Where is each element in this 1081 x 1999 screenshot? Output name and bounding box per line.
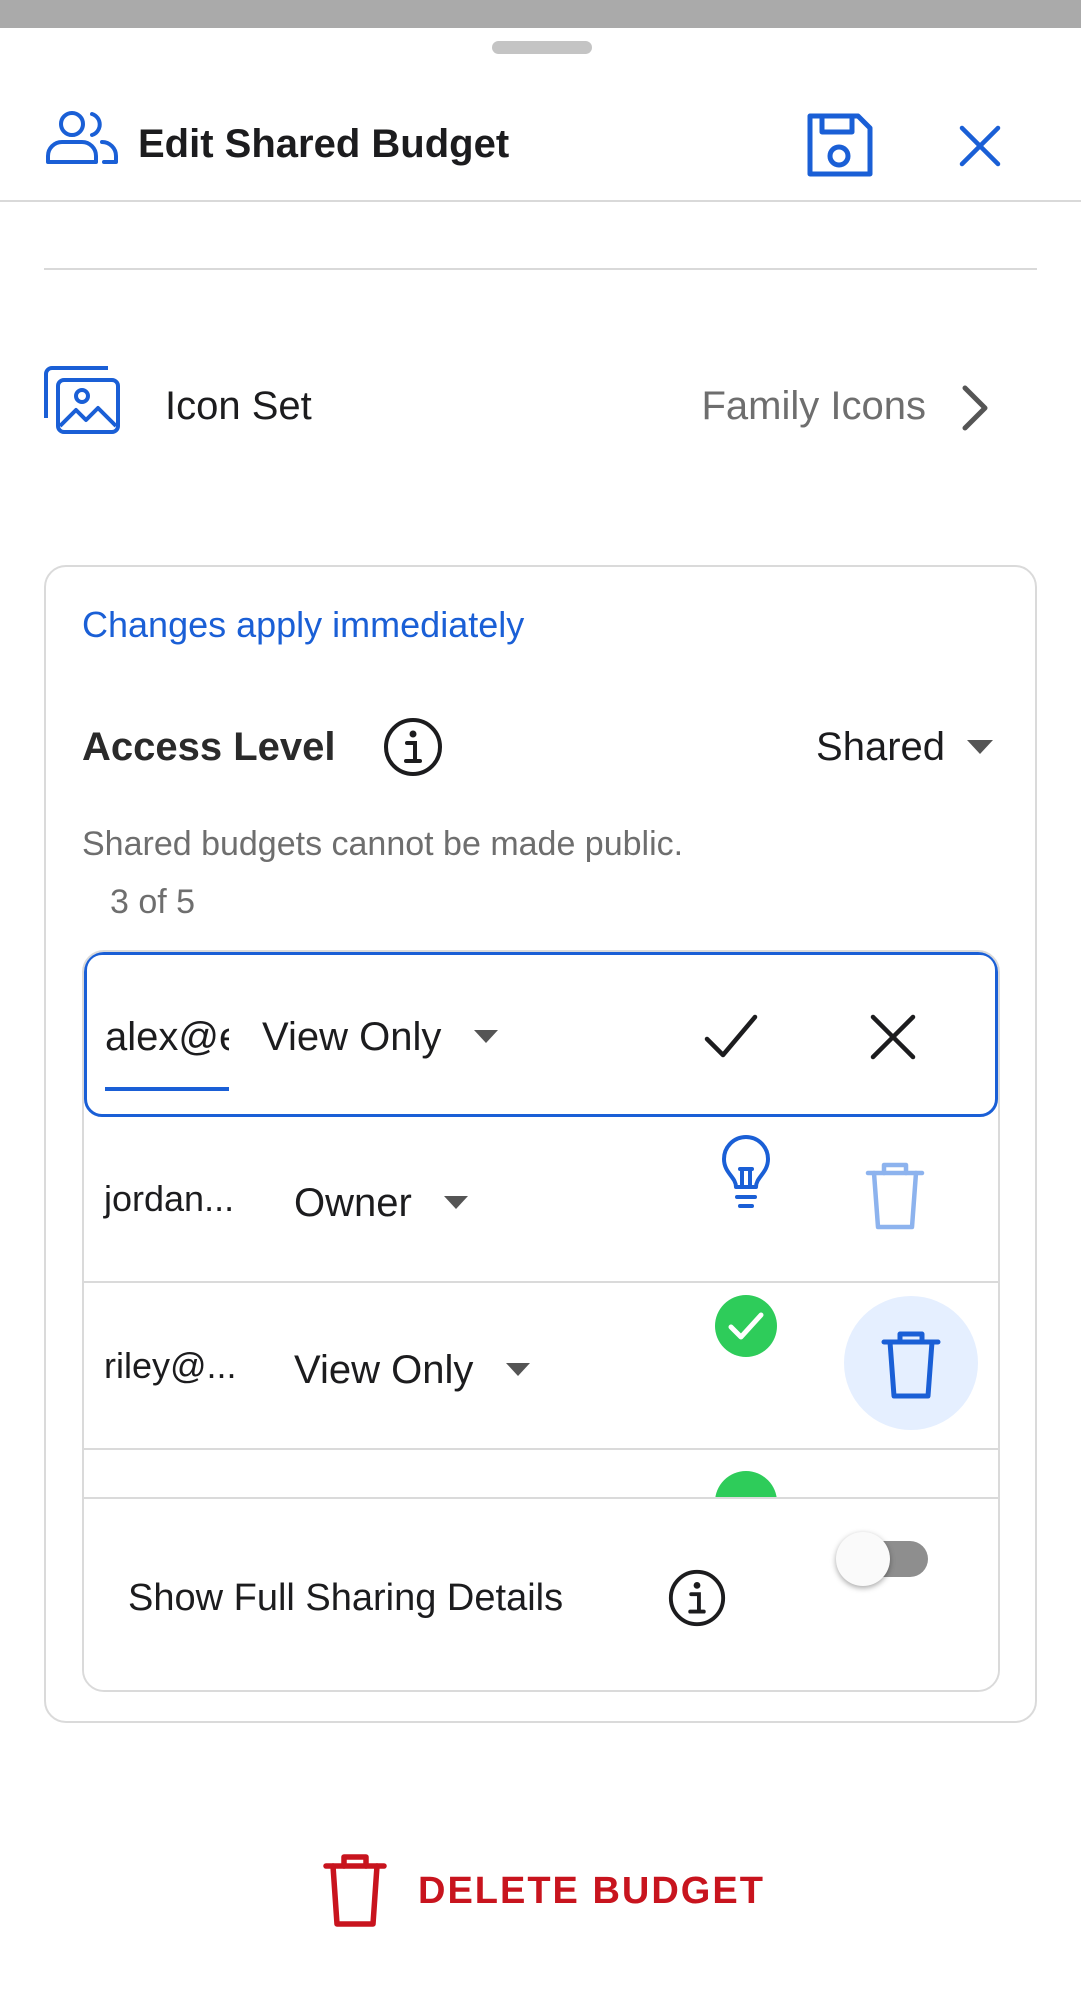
caret-down-icon [506,1363,530,1376]
sheet-grabber[interactable] [492,41,592,54]
page-title: Edit Shared Budget [138,122,510,166]
check-circle-icon [715,1295,777,1357]
section-divider [44,268,1037,270]
lightbulb-icon[interactable] [718,1135,774,1215]
member-email: jordan... [104,1178,235,1219]
icon-set-label: Icon Set [165,384,312,428]
access-level-hint: Shared budgets cannot be made public. [82,825,684,863]
confirm-button[interactable] [699,1005,763,1069]
sharing-details-toggle[interactable] [836,1527,936,1587]
cancel-button[interactable] [867,1011,919,1063]
caret-down-icon [967,740,993,754]
status-strip [0,0,1081,28]
icon-set-row[interactable]: Icon Set Family Icons [0,338,1081,448]
sharing-details-panel: Show Full Sharing Details [84,1497,998,1690]
icon-set-value: Family Icons [701,384,927,428]
save-button[interactable] [800,106,878,184]
trash-icon[interactable] [862,1157,928,1233]
caret-down-icon [444,1196,468,1209]
member-list: alex@e View Only jordan... Owner riley@.… [82,950,1000,1692]
caret-down-icon [474,1030,498,1043]
people-icon [46,111,118,164]
role-select[interactable]: View Only [294,1346,473,1394]
delete-budget-button[interactable]: DELETE BUDGET [320,1850,780,1930]
role-select[interactable]: View Only [262,1013,441,1061]
member-row: riley@... View Only [84,1284,998,1450]
sheet-header: Edit Shared Budget [0,58,1081,201]
access-level-select[interactable]: Shared [816,723,945,771]
access-level-label: Access Level [82,725,336,769]
sharing-details-label: Show Full Sharing Details [128,1577,564,1619]
member-email: riley@... [104,1345,237,1386]
close-button[interactable] [952,118,1008,174]
header-divider [0,200,1081,202]
email-input[interactable]: alex@e [105,1013,229,1061]
info-icon[interactable] [666,1567,728,1629]
trash-icon [881,1331,941,1399]
changes-notice: Changes apply immediately [82,604,525,645]
delete-budget-label: DELETE BUDGET [418,1870,765,1912]
info-icon[interactable] [381,715,445,779]
member-row-editing: alex@e View Only [84,952,998,1117]
member-row: jordan... Owner [84,1117,998,1283]
toggle-knob [836,1532,890,1586]
trash-icon [323,1854,387,1927]
images-icon [44,366,120,434]
bottom-sheet: Edit Shared Budget Icon Set Family Icons… [0,28,1081,1999]
chevron-right-icon [962,385,988,431]
member-count: 3 of 5 [110,883,196,921]
role-select[interactable]: Owner [294,1179,412,1227]
sharing-card: Changes apply immediately Access Level S… [44,565,1037,1723]
input-underline [105,1087,229,1091]
